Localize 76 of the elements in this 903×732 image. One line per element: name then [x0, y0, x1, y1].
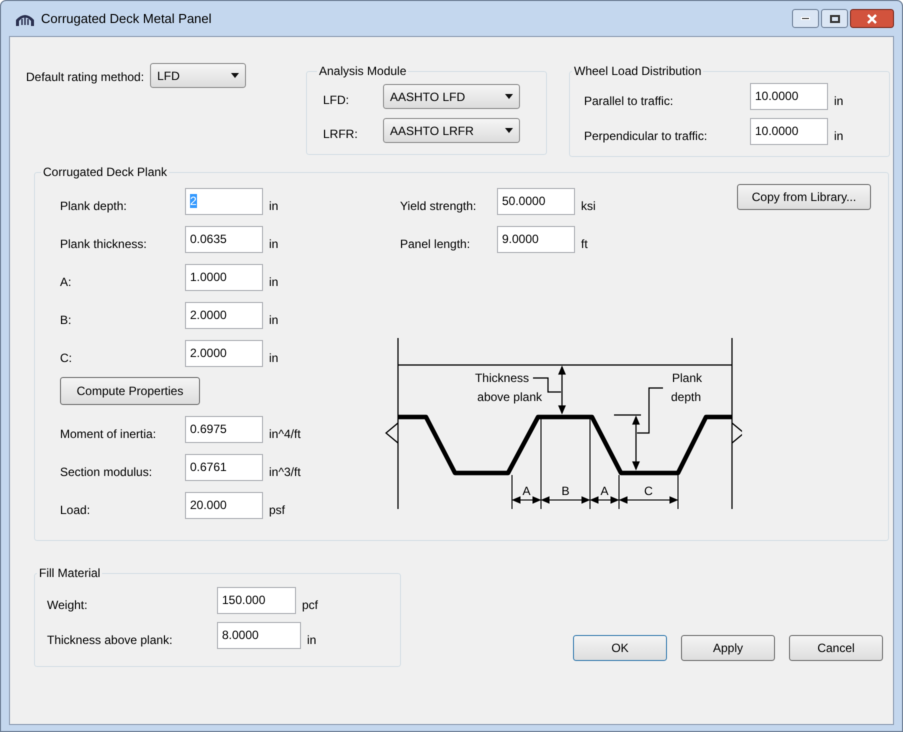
field-label: Yield strength:: [400, 198, 478, 215]
diagram-label: B: [562, 484, 570, 498]
field-label: LFD:: [322, 92, 350, 108]
text-field[interactable]: 8.0000: [217, 622, 301, 648]
minimize-button[interactable]: [792, 9, 819, 28]
text-field[interactable]: 150.000: [217, 586, 296, 614]
dialog-button[interactable]: OK: [573, 635, 667, 661]
diagram-label: above plank: [477, 390, 542, 404]
leader-line: [533, 377, 561, 393]
leader-line: [637, 387, 663, 434]
unit-label: ksi: [581, 198, 596, 215]
text-field[interactable]: 2.0000: [185, 302, 263, 328]
field-label: Panel length:: [400, 236, 472, 253]
group-title: Analysis Module: [318, 63, 408, 80]
caret-icon: [231, 73, 240, 78]
close-button[interactable]: [850, 9, 894, 28]
text-field[interactable]: 2.0000: [185, 340, 263, 366]
dialog-button[interactable]: Apply: [681, 635, 775, 661]
unit-label: ft: [581, 236, 588, 253]
diagram-label: A: [600, 484, 608, 498]
field-label: Thickness above plank:: [47, 632, 174, 649]
caret-icon: [505, 128, 513, 133]
unit-label: in: [269, 198, 278, 215]
field-label: A:: [60, 274, 72, 291]
field-label: Parallel to traffic:: [584, 93, 674, 110]
field-label: LRFR:: [322, 126, 359, 142]
copy-from-library-button[interactable]: Copy from Library...: [737, 184, 871, 210]
diagram-label: depth: [671, 390, 702, 404]
rating-method-dropdown[interactable]: LFD: [150, 63, 246, 88]
text-field[interactable]: 9.0000: [497, 226, 575, 252]
text-field[interactable]: 10.0000: [750, 82, 828, 110]
text-field[interactable]: 10.0000: [750, 118, 828, 144]
module-dropdown[interactable]: AASHTO LFD: [383, 84, 520, 109]
text-field[interactable]: 1.0000: [185, 264, 263, 290]
unit-label: pcf: [302, 597, 318, 614]
unit-label: in: [269, 312, 278, 329]
diagram-label: Thickness: [474, 371, 529, 385]
text-field[interactable]: 20.000: [185, 492, 263, 518]
unit-label: in: [834, 128, 844, 145]
unit-label: in: [269, 274, 278, 291]
field-label: Section modulus:: [60, 464, 154, 481]
field-label: Load:: [60, 502, 92, 519]
field-label: C:: [60, 350, 73, 367]
field-label: Default rating method:: [26, 69, 144, 86]
unit-label: psf: [269, 502, 286, 519]
field-label: Weight:: [47, 597, 88, 614]
diagram-label: C: [644, 484, 653, 498]
field-label: Plank depth:: [60, 198, 128, 215]
thickness-dimension-arrow: [558, 365, 566, 415]
text-field[interactable]: 0.0635: [185, 226, 263, 252]
unit-label: in^3/ft: [269, 464, 301, 481]
dialog-button[interactable]: Cancel: [789, 635, 883, 661]
window-title: Corrugated Deck Metal Panel: [41, 10, 212, 28]
close-icon: [866, 14, 878, 24]
unit-label: in: [307, 632, 316, 649]
diagram-label: A: [522, 484, 530, 498]
diagram-label: Plank: [672, 371, 702, 385]
unit-label: in^4/ft: [269, 426, 301, 443]
caret-icon: [505, 94, 513, 99]
compute-properties-button[interactable]: Compute Properties: [60, 377, 200, 405]
unit-label: in: [269, 350, 278, 367]
text-field[interactable]: 0.6761: [185, 454, 263, 480]
maximize-button[interactable]: [821, 9, 848, 28]
field-label: B:: [60, 312, 72, 329]
unit-label: in: [834, 93, 844, 110]
module-dropdown[interactable]: AASHTO LRFR: [383, 118, 520, 143]
field-label: Plank thickness:: [60, 236, 148, 253]
text-field[interactable]: 0.6975: [185, 416, 263, 442]
group-title: Corrugated Deck Plank: [42, 164, 168, 181]
field-label: Perpendicular to traffic:: [584, 128, 708, 145]
depth-dimension-arrow: [613, 414, 642, 471]
field-label: Moment of inertia:: [60, 426, 158, 443]
group-title: Wheel Load Distribution: [573, 63, 702, 80]
text-field[interactable]: 50.0000: [497, 188, 575, 214]
group-title: Fill Material: [38, 565, 102, 582]
unit-label: in: [269, 236, 278, 253]
